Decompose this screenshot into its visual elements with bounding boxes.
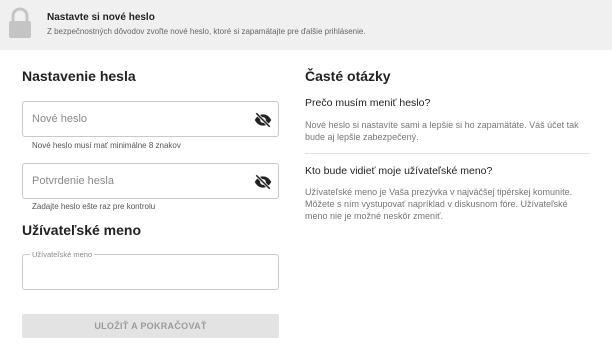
faq-answer-line: Nové heslo si nastavíte sami a lepšie si… (305, 120, 579, 130)
password-section-title: Nastavenie hesla (22, 68, 136, 84)
confirm-password-hint: Zadajte heslo ešte raz pre kontrolu (32, 202, 156, 211)
confirm-password-placeholder: Potvrdenie hesla (32, 175, 114, 187)
faq-answer: Užívateľské meno je Vaša prezývka v najv… (305, 186, 590, 222)
eye-off-icon[interactable] (254, 173, 272, 191)
new-password-placeholder: Nové heslo (32, 113, 88, 125)
info-banner: Nastavte si nové heslo Z bezpečnostných … (0, 0, 612, 50)
new-password-field[interactable]: Nové heslo (22, 101, 279, 137)
confirm-password-field[interactable]: Potvrdenie hesla (22, 163, 279, 199)
faq-question: Prečo musím meniť heslo? (305, 97, 431, 109)
faq-answer: Nové heslo si nastavíte sami a lepšie si… (305, 119, 590, 143)
username-field[interactable]: Užívateľské meno (22, 250, 279, 290)
banner-title: Nastavte si nové heslo (47, 12, 155, 23)
save-continue-button[interactable]: ULOŽIŤ A POKRAČOVAŤ (22, 314, 279, 338)
faq-divider (305, 153, 590, 154)
new-password-hint: Nové heslo musí mať minimálne 8 znakov (32, 141, 181, 150)
faq-answer-line: Môžete s ním vystupovať napríklad v disk… (305, 199, 568, 209)
faq-question: Kto bude vidieť moje užívateľské meno? (305, 165, 493, 177)
faq-title: Časté otázky (305, 68, 391, 84)
faq-answer-line: Užívateľské meno je Vaša prezývka v najv… (305, 187, 573, 197)
faq-answer-line: meno nie je možné neskôr zmeniť. (305, 211, 443, 221)
lock-icon (9, 7, 31, 38)
eye-off-icon[interactable] (254, 111, 272, 129)
username-section-title: Užívateľské meno (22, 222, 141, 238)
faq-answer-line: bude aj lepšie zabezpečený. (305, 132, 419, 142)
username-field-label: Užívateľské meno (30, 250, 95, 260)
banner-subtitle: Z bezpečnostných dôvodov zvoľte nové hes… (47, 27, 366, 36)
